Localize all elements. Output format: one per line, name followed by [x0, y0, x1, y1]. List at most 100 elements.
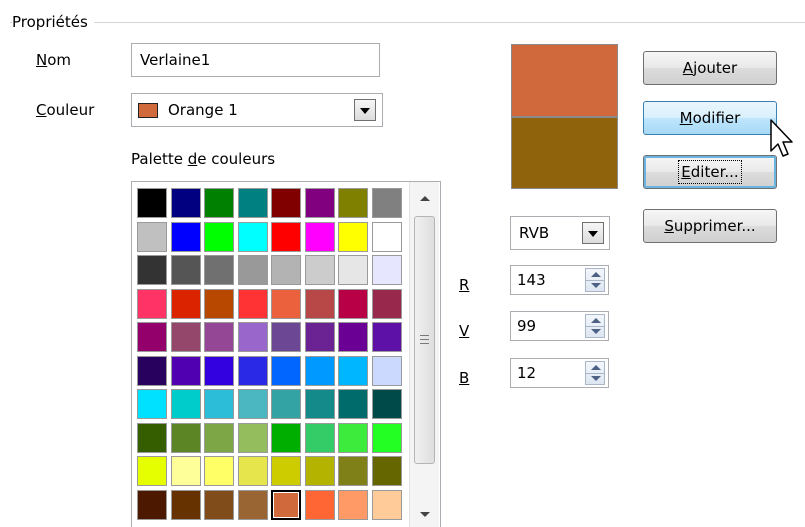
- add-button[interactable]: Ajouter: [643, 51, 777, 85]
- blue-stepper-arrows[interactable]: [585, 361, 605, 385]
- delete-button[interactable]: Supprimer...: [643, 209, 777, 243]
- green-spinner[interactable]: 99: [510, 311, 609, 341]
- palette-color-cell[interactable]: [305, 188, 335, 218]
- palette-color-cell[interactable]: [305, 456, 335, 486]
- palette-color-cell[interactable]: [204, 255, 234, 285]
- palette-color-cell[interactable]: [204, 222, 234, 252]
- palette-color-cell[interactable]: [372, 289, 402, 319]
- palette-color-cell[interactable]: [372, 423, 402, 453]
- palette-color-cell[interactable]: [372, 456, 402, 486]
- palette-color-cell[interactable]: [171, 490, 201, 520]
- palette-color-cell[interactable]: [238, 389, 268, 419]
- palette-color-cell[interactable]: [372, 322, 402, 352]
- color-select[interactable]: Orange 1: [131, 93, 383, 127]
- chevron-down-icon[interactable]: [354, 99, 376, 121]
- palette-color-cell[interactable]: [238, 289, 268, 319]
- palette-color-cell[interactable]: [137, 222, 167, 252]
- palette-color-cell[interactable]: [372, 222, 402, 252]
- palette-color-cell[interactable]: [171, 456, 201, 486]
- palette-color-cell[interactable]: [137, 322, 167, 352]
- modify-button[interactable]: Modifier: [643, 101, 777, 135]
- palette-color-cell[interactable]: [204, 423, 234, 453]
- palette-color-cell[interactable]: [271, 456, 301, 486]
- palette-color-cell[interactable]: [238, 456, 268, 486]
- palette-color-cell[interactable]: [137, 490, 167, 520]
- palette-color-cell[interactable]: [137, 289, 167, 319]
- palette-color-cell[interactable]: [171, 389, 201, 419]
- palette-color-cell[interactable]: [305, 255, 335, 285]
- palette-color-cell[interactable]: [305, 423, 335, 453]
- palette-color-cell[interactable]: [305, 289, 335, 319]
- palette-color-cell[interactable]: [271, 289, 301, 319]
- palette-color-cell[interactable]: [238, 490, 268, 520]
- palette-color-cell[interactable]: [338, 222, 368, 252]
- palette-color-cell[interactable]: [137, 389, 167, 419]
- palette-color-cell[interactable]: [372, 188, 402, 218]
- palette-color-cell[interactable]: [338, 356, 368, 386]
- palette-color-cell[interactable]: [305, 490, 335, 520]
- palette-color-cell[interactable]: [372, 389, 402, 419]
- scrollbar-thumb[interactable]: [414, 216, 435, 464]
- palette-color-cell[interactable]: [204, 322, 234, 352]
- palette-color-cell[interactable]: [271, 423, 301, 453]
- palette-color-cell[interactable]: [338, 490, 368, 520]
- palette-color-cell[interactable]: [271, 255, 301, 285]
- palette-color-cell[interactable]: [338, 322, 368, 352]
- palette-color-cell[interactable]: [372, 356, 402, 386]
- palette-color-cell[interactable]: [137, 255, 167, 285]
- palette-color-cell[interactable]: [137, 356, 167, 386]
- palette-color-cell[interactable]: [305, 389, 335, 419]
- blue-spinner[interactable]: 12: [510, 358, 609, 388]
- palette-color-cell[interactable]: [238, 423, 268, 453]
- palette-color-cell[interactable]: [171, 255, 201, 285]
- palette-color-cell[interactable]: [238, 222, 268, 252]
- palette-color-cell[interactable]: [271, 222, 301, 252]
- palette-color-cell[interactable]: [271, 490, 301, 520]
- palette-color-cell[interactable]: [204, 188, 234, 218]
- palette-color-cell[interactable]: [204, 389, 234, 419]
- palette-color-cell[interactable]: [171, 322, 201, 352]
- palette-color-cell[interactable]: [271, 356, 301, 386]
- palette-color-cell[interactable]: [171, 188, 201, 218]
- palette-color-cell[interactable]: [338, 423, 368, 453]
- green-stepper-arrows[interactable]: [585, 314, 605, 338]
- palette-color-cell[interactable]: [238, 188, 268, 218]
- palette-color-cell[interactable]: [338, 289, 368, 319]
- palette-color-cell[interactable]: [338, 255, 368, 285]
- palette-color-cell[interactable]: [271, 188, 301, 218]
- name-input[interactable]: Verlaine1: [131, 43, 380, 77]
- palette-color-cell[interactable]: [305, 322, 335, 352]
- red-spinner[interactable]: 143: [510, 265, 609, 295]
- chevron-down-icon[interactable]: [582, 222, 604, 244]
- palette-color-cell[interactable]: [305, 222, 335, 252]
- scroll-down-arrow-icon[interactable]: [420, 512, 430, 517]
- palette-color-cell[interactable]: [238, 356, 268, 386]
- palette-color-cell[interactable]: [338, 389, 368, 419]
- color-palette[interactable]: [131, 181, 441, 527]
- palette-color-cell[interactable]: [372, 255, 402, 285]
- color-model-select[interactable]: RVB: [510, 216, 610, 250]
- palette-color-cell[interactable]: [171, 222, 201, 252]
- palette-color-cell[interactable]: [171, 289, 201, 319]
- palette-color-cell[interactable]: [238, 255, 268, 285]
- palette-color-cell[interactable]: [204, 356, 234, 386]
- palette-color-cell[interactable]: [204, 456, 234, 486]
- red-stepper-arrows[interactable]: [585, 268, 605, 292]
- palette-color-cell[interactable]: [305, 356, 335, 386]
- palette-color-cell[interactable]: [171, 356, 201, 386]
- palette-color-cell[interactable]: [338, 188, 368, 218]
- palette-color-cell[interactable]: [271, 322, 301, 352]
- palette-color-cell[interactable]: [204, 490, 234, 520]
- palette-color-cell[interactable]: [271, 389, 301, 419]
- palette-color-cell[interactable]: [137, 423, 167, 453]
- palette-color-cell[interactable]: [171, 423, 201, 453]
- palette-color-cell[interactable]: [204, 289, 234, 319]
- palette-color-cell[interactable]: [338, 456, 368, 486]
- palette-color-cell[interactable]: [372, 490, 402, 520]
- palette-color-cell[interactable]: [137, 188, 167, 218]
- palette-color-cell[interactable]: [238, 322, 268, 352]
- scroll-up-arrow-icon[interactable]: [420, 196, 430, 201]
- edit-button[interactable]: Editer...: [643, 155, 777, 189]
- palette-scrollbar[interactable]: [409, 182, 439, 527]
- palette-color-cell[interactable]: [137, 456, 167, 486]
